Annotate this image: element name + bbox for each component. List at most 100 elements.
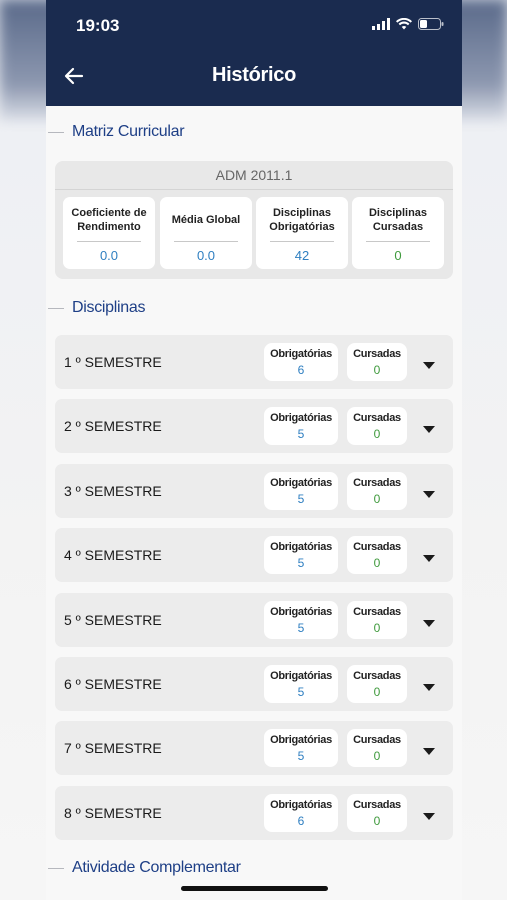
cursadas-value: 0 xyxy=(373,427,381,441)
obrigatorias-value: 6 xyxy=(297,363,305,377)
semester-row-7[interactable]: 7 º SEMESTRE Obrigatórias 5 Cursadas 0 xyxy=(55,721,453,775)
chevron-down-icon[interactable] xyxy=(422,357,436,369)
cursadas-badge: Cursadas 0 xyxy=(347,729,407,767)
metric-value: 0.0 xyxy=(99,248,119,263)
cursadas-badge: Cursadas 0 xyxy=(347,601,407,639)
section-title-atividade: Atividade Complementar xyxy=(72,859,241,876)
cursadas-label: Cursadas xyxy=(353,477,401,489)
metric-disciplinas-obrigatorias: Disciplinas Obrigatórias 42 xyxy=(256,197,348,269)
metric-value: 42 xyxy=(294,248,310,263)
semester-row-1[interactable]: 1 º SEMESTRE Obrigatórias 6 Cursadas 0 xyxy=(55,335,453,389)
section-title-disciplinas: Disciplinas xyxy=(72,299,146,316)
obrigatorias-badge: Obrigatórias 5 xyxy=(264,472,338,510)
cursadas-badge: Cursadas 0 xyxy=(347,407,407,445)
obrigatorias-value: 5 xyxy=(297,492,305,506)
status-time: 19:03 xyxy=(76,16,120,35)
cursadas-value: 0 xyxy=(373,685,381,699)
battery-icon xyxy=(418,18,444,30)
semester-name: 7 º SEMESTRE xyxy=(64,740,162,756)
page-title: Histórico xyxy=(212,64,296,86)
wifi-icon xyxy=(396,18,412,30)
obrigatorias-badge: Obrigatórias 5 xyxy=(264,601,338,639)
obrigatorias-value: 5 xyxy=(297,427,305,441)
cursadas-badge: Cursadas 0 xyxy=(347,665,407,703)
cursadas-value: 0 xyxy=(373,621,381,635)
obrigatorias-label: Obrigatórias xyxy=(270,348,332,360)
metric-label: Disciplinas Cursadas xyxy=(368,207,428,233)
obrigatorias-label: Obrigatórias xyxy=(270,799,332,811)
chevron-down-icon[interactable] xyxy=(422,679,436,691)
chevron-down-icon[interactable] xyxy=(422,743,436,755)
cursadas-label: Cursadas xyxy=(353,412,401,424)
cursadas-label: Cursadas xyxy=(353,348,401,360)
matriz-code: ADM 2011.1 xyxy=(215,167,293,183)
section-header-atividade: Atividade Complementar xyxy=(46,859,241,877)
signal-icon xyxy=(372,18,390,30)
phone-screen: 19:03 Histórico Matriz Curricular ADM 20… xyxy=(46,0,462,900)
section-title-matriz: Matriz Curricular xyxy=(72,123,185,140)
semester-name: 3 º SEMESTRE xyxy=(64,483,162,499)
obrigatorias-value: 5 xyxy=(297,621,305,635)
status-icons xyxy=(372,18,444,30)
metric-label: Coeficiente de Rendimento xyxy=(71,207,147,233)
obrigatorias-badge: Obrigatórias 6 xyxy=(264,343,338,381)
chevron-down-icon[interactable] xyxy=(422,486,436,498)
cursadas-value: 0 xyxy=(373,814,381,828)
obrigatorias-value: 6 xyxy=(297,814,305,828)
semester-row-5[interactable]: 5 º SEMESTRE Obrigatórias 5 Cursadas 0 xyxy=(55,593,453,647)
cursadas-badge: Cursadas 0 xyxy=(347,343,407,381)
cursadas-value: 0 xyxy=(373,363,381,377)
cursadas-value: 0 xyxy=(373,492,381,506)
semester-name: 1 º SEMESTRE xyxy=(64,354,162,370)
obrigatorias-label: Obrigatórias xyxy=(270,477,332,489)
cursadas-value: 0 xyxy=(373,556,381,570)
obrigatorias-value: 5 xyxy=(297,556,305,570)
semester-row-2[interactable]: 2 º SEMESTRE Obrigatórias 5 Cursadas 0 xyxy=(55,399,453,453)
home-indicator xyxy=(181,886,328,891)
metric-value: 0.0 xyxy=(196,248,216,263)
obrigatorias-label: Obrigatórias xyxy=(270,670,332,682)
obrigatorias-badge: Obrigatórias 6 xyxy=(264,794,338,832)
obrigatorias-value: 5 xyxy=(297,685,305,699)
cursadas-label: Cursadas xyxy=(353,541,401,553)
semester-name: 8 º SEMESTRE xyxy=(64,805,162,821)
cursadas-label: Cursadas xyxy=(353,670,401,682)
semester-row-3[interactable]: 3 º SEMESTRE Obrigatórias 5 Cursadas 0 xyxy=(55,464,453,518)
chevron-down-icon[interactable] xyxy=(422,421,436,433)
cursadas-label: Cursadas xyxy=(353,799,401,811)
section-header-matriz: Matriz Curricular xyxy=(46,123,185,141)
semester-name: 5 º SEMESTRE xyxy=(64,612,162,628)
obrigatorias-badge: Obrigatórias 5 xyxy=(264,729,338,767)
cursadas-label: Cursadas xyxy=(353,734,401,746)
metric-label: Média Global xyxy=(171,214,241,226)
obrigatorias-badge: Obrigatórias 5 xyxy=(264,665,338,703)
obrigatorias-label: Obrigatórias xyxy=(270,606,332,618)
cursadas-badge: Cursadas 0 xyxy=(347,794,407,832)
chevron-down-icon[interactable] xyxy=(422,615,436,627)
obrigatorias-value: 5 xyxy=(297,749,305,763)
metric-disciplinas-cursadas: Disciplinas Cursadas 0 xyxy=(352,197,444,269)
chevron-down-icon[interactable] xyxy=(422,550,436,562)
obrigatorias-label: Obrigatórias xyxy=(270,734,332,746)
semester-row-8[interactable]: 8 º SEMESTRE Obrigatórias 6 Cursadas 0 xyxy=(55,786,453,840)
metric-coeficiente: Coeficiente de Rendimento 0.0 xyxy=(63,197,155,269)
app-header: 19:03 Histórico xyxy=(46,0,462,106)
semester-name: 2 º SEMESTRE xyxy=(64,418,162,434)
semester-row-6[interactable]: 6 º SEMESTRE Obrigatórias 5 Cursadas 0 xyxy=(55,657,453,711)
obrigatorias-label: Obrigatórias xyxy=(270,541,332,553)
matriz-card: ADM 2011.1 Coeficiente de Rendimento 0.0… xyxy=(55,161,453,279)
cursadas-label: Cursadas xyxy=(353,606,401,618)
obrigatorias-badge: Obrigatórias 5 xyxy=(264,407,338,445)
semester-name: 4 º SEMESTRE xyxy=(64,547,162,563)
section-header-disciplinas: Disciplinas xyxy=(46,299,145,317)
metric-label: Disciplinas Obrigatórias xyxy=(269,207,335,233)
cursadas-value: 0 xyxy=(373,749,381,763)
metric-media-global: Média Global 0.0 xyxy=(160,197,252,269)
obrigatorias-label: Obrigatórias xyxy=(270,412,332,424)
metric-value: 0 xyxy=(394,248,402,263)
semester-name: 6 º SEMESTRE xyxy=(64,676,162,692)
semester-row-4[interactable]: 4 º SEMESTRE Obrigatórias 5 Cursadas 0 xyxy=(55,528,453,582)
obrigatorias-badge: Obrigatórias 5 xyxy=(264,536,338,574)
cursadas-badge: Cursadas 0 xyxy=(347,536,407,574)
chevron-down-icon[interactable] xyxy=(422,808,436,820)
